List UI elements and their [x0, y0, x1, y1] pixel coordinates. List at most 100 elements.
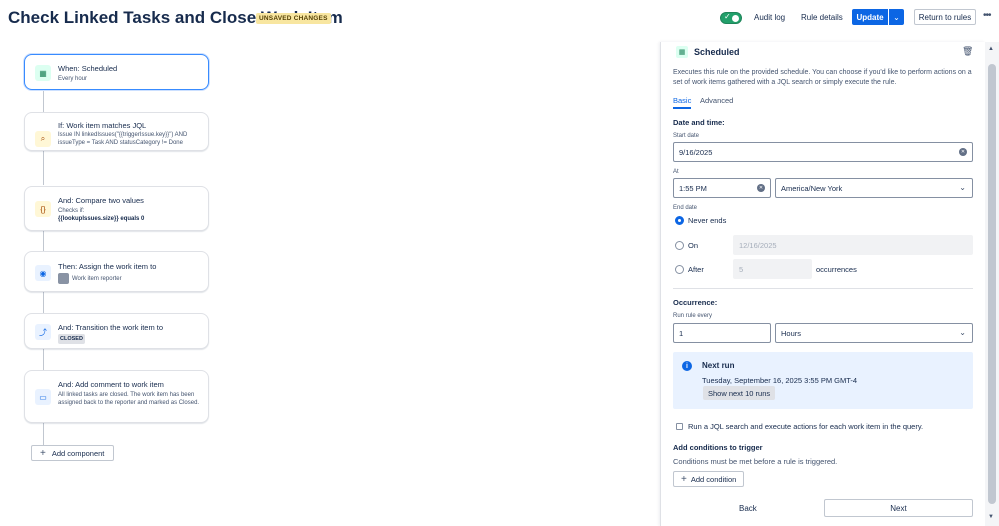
next-run-date: Tuesday, September 16, 2025 3:55 PM GMT-… — [702, 376, 858, 385]
unit-value: Hours — [781, 328, 802, 338]
run-every-input[interactable]: 1 — [673, 323, 771, 343]
on-date-value: 12/16/2025 — [739, 240, 777, 250]
plus-icon: + — [40, 447, 46, 459]
panel-scrollbar[interactable]: ▲ ▼ — [985, 42, 999, 526]
next-button[interactable]: Next — [824, 499, 973, 517]
timezone-select[interactable]: America/New York ⌄ — [775, 178, 973, 198]
node-action-comment[interactable]: ▭ And: Add comment to work item All link… — [24, 370, 209, 423]
never-ends-label: Never ends — [688, 216, 727, 225]
start-date-value: 9/16/2025 — [679, 147, 713, 157]
on-label: On — [688, 241, 699, 250]
add-component-label: Add component — [51, 448, 105, 458]
scroll-up-icon[interactable]: ▲ — [988, 46, 994, 52]
next-run-title: Next run — [702, 361, 735, 370]
clear-icon[interactable]: ✕ — [959, 148, 967, 156]
connector — [43, 292, 44, 313]
radio-after[interactable] — [675, 265, 684, 274]
node-trigger-scheduled[interactable]: ▦ When: Scheduled Every hour — [24, 54, 209, 90]
at-label: At — [673, 169, 679, 175]
back-button[interactable]: Back — [739, 504, 757, 513]
show-next-runs-button[interactable]: Show next 10 runs — [703, 386, 776, 400]
transition-icon: ⤴ — [35, 324, 51, 340]
return-to-rules-button[interactable]: Return to rules — [914, 9, 976, 25]
avatar — [58, 273, 69, 284]
calendar-icon: ▦ — [35, 65, 51, 81]
start-date-input[interactable]: 9/16/2025 ✕ — [673, 142, 973, 162]
calendar-icon: ▦ — [676, 46, 688, 58]
panel-title: Scheduled — [694, 47, 740, 57]
more-icon[interactable]: ••• — [983, 10, 991, 21]
panel-description: Executes this rule on the provided sched… — [673, 69, 972, 86]
on-date-input: 12/16/2025 — [733, 235, 973, 255]
date-time-heading: Date and time: — [673, 118, 725, 127]
update-dropdown-button[interactable]: ⌄ — [889, 9, 904, 25]
check-icon: ✓ — [724, 12, 731, 21]
audit-log-link[interactable]: Audit log — [754, 13, 785, 22]
timezone-value: America/New York — [781, 183, 843, 193]
add-condition-label: Add condition — [690, 474, 737, 484]
header: Check Linked Tasks and Close Work Item U… — [0, 0, 999, 36]
node-subtitle: Every hour — [58, 76, 88, 82]
tab-advanced[interactable]: Advanced — [700, 96, 733, 105]
add-conditions-heading: Add conditions to trigger — [673, 443, 763, 452]
user-circle-icon: ◉ — [35, 265, 51, 281]
chevron-down-icon: ⌄ — [959, 183, 966, 192]
node-subtitle: Issue IN linkedIssues("{{triggerIssue.ke… — [58, 132, 188, 146]
jql-checkbox[interactable] — [676, 423, 683, 430]
tab-underline — [673, 107, 691, 109]
occurrence-heading: Occurrence: — [673, 298, 718, 307]
after-label: After — [688, 265, 704, 274]
jql-checkbox-label: Run a JQL search and execute actions for… — [688, 422, 924, 431]
rule-canvas: ▦ When: Scheduled Every hour ⌕ If: Work … — [0, 36, 660, 526]
unit-select[interactable]: Hours ⌄ — [775, 323, 973, 343]
plus-icon: + — [681, 473, 687, 485]
occurrences-label: occurrences — [816, 265, 857, 274]
node-title: And: Add comment to work item — [58, 380, 164, 389]
time-value: 1:55 PM — [679, 183, 707, 193]
rule-enabled-toggle[interactable]: ✓ — [720, 12, 742, 24]
trigger-config-panel: ▦ Scheduled 🗑 Executes this rule on the … — [660, 42, 985, 526]
run-every-value: 1 — [679, 328, 684, 338]
node-title: When: Scheduled — [58, 64, 118, 73]
braces-icon: {} — [35, 201, 51, 217]
start-date-label: Start date — [673, 133, 700, 139]
rule-details-link[interactable]: Rule details — [801, 13, 843, 22]
tab-basic[interactable]: Basic — [673, 96, 691, 105]
run-every-label: Run rule every — [673, 313, 713, 319]
connector — [43, 423, 44, 445]
trash-icon[interactable]: 🗑 — [962, 46, 973, 57]
scroll-down-icon[interactable]: ▼ — [988, 514, 994, 520]
divider — [673, 288, 973, 289]
connector — [43, 151, 44, 185]
status-lozenge: CLOSED — [58, 334, 85, 344]
add-conditions-description: Conditions must be met before a rule is … — [673, 457, 838, 466]
node-title: And: Compare two values — [58, 196, 144, 205]
time-input[interactable]: 1:55 PM ✕ — [673, 178, 771, 198]
radio-on[interactable] — [675, 241, 684, 250]
scrollbar-thumb[interactable] — [988, 64, 996, 504]
node-subtitle: CLOSED — [58, 334, 203, 344]
node-action-transition[interactable]: ⤴ And: Transition the work item to CLOSE… — [24, 313, 209, 349]
after-count-value: 5 — [739, 264, 744, 274]
node-title: And: Transition the work item to — [58, 323, 164, 332]
node-subtitle-value: {{lookupIssues.size}} equals 0 — [58, 216, 145, 222]
node-action-assign[interactable]: ◉ Then: Assign the work item to Work ite… — [24, 251, 209, 292]
add-condition-button[interactable]: + Add condition — [673, 471, 745, 487]
comment-icon: ▭ — [35, 389, 51, 405]
connector — [43, 231, 44, 251]
connector — [43, 349, 44, 370]
node-subtitle: All linked tasks are closed. The work it… — [58, 392, 200, 406]
node-condition-jql[interactable]: ⌕ If: Work item matches JQL Issue IN lin… — [24, 112, 209, 151]
next-run-box: i Next run Tuesday, September 16, 2025 3… — [673, 352, 973, 409]
node-subtitle-text: Work item reporter — [72, 276, 122, 283]
add-component-button[interactable]: + Add component — [31, 445, 114, 461]
node-condition-compare[interactable]: {} And: Compare two values Checks if: {{… — [24, 186, 209, 231]
end-date-label: End date — [673, 205, 698, 211]
update-button[interactable]: Update — [852, 9, 888, 25]
node-subtitle-line: Checks if: — [58, 208, 85, 214]
radio-never-ends[interactable] — [675, 216, 684, 225]
connector — [43, 90, 44, 112]
node-subtitle: Checks if: {{lookupIssues.size}} equals … — [58, 207, 203, 223]
clear-icon[interactable]: ✕ — [757, 184, 765, 192]
panel-tabs: Basic Advanced — [673, 96, 973, 109]
